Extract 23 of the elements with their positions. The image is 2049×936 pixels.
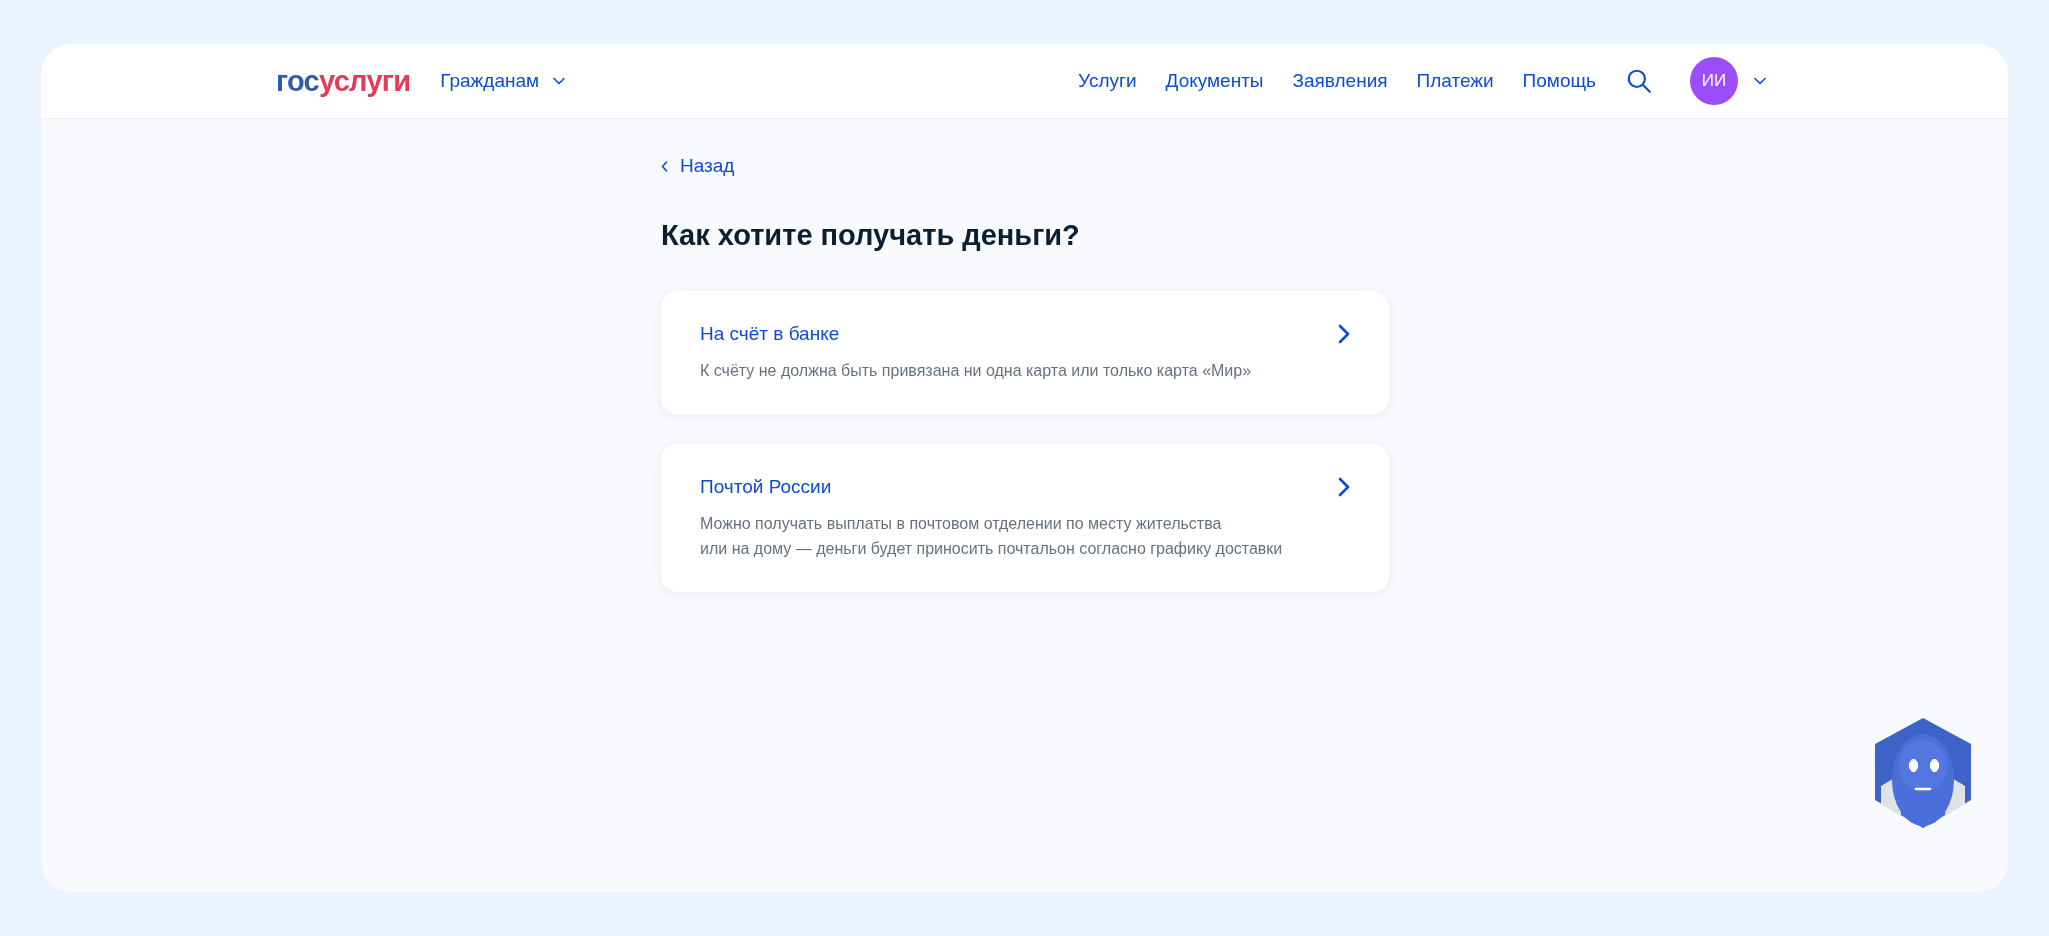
option-title: Почтой России	[700, 474, 833, 499]
nav-link[interactable]: Документы	[1165, 66, 1264, 96]
option-card[interactable]: На счёт в банке К счёту не должна быть привязана ни одна карта или только карта «Мир»	[661, 290, 1389, 414]
nav-link[interactable]: Платежи	[1416, 66, 1494, 96]
nav-link[interactable]: Заявления	[1292, 66, 1388, 96]
user-avatar[interactable]: ИИ	[1690, 57, 1738, 105]
nav-link[interactable]: Услуги	[1078, 66, 1137, 96]
chevron-down-icon	[1754, 77, 1766, 85]
chevron-right-icon	[1338, 476, 1350, 497]
nav-link[interactable]: Помощь	[1522, 66, 1596, 96]
audience-dropdown[interactable]: Гражданам	[440, 66, 566, 96]
chevron-right-icon	[1338, 323, 1350, 344]
chevron-left-icon	[661, 160, 668, 172]
page-title: Как хотите получать деньги?	[661, 217, 1081, 253]
option-description: или на дому — деньги будет приносить почтальон согласно графику доставки	[700, 538, 1284, 559]
option-title: На счёт в банке	[700, 321, 841, 346]
option-description: К счёту не должна быть привязана ни одна карта или только карта «Мир»	[700, 360, 1253, 381]
chevron-down-icon	[553, 77, 566, 85]
option-card[interactable]: Почтой России Можно получать выплаты в почтовом отделении по месту жительства или на дому — деньги будет приносить почтальон согласно графику доставки	[661, 443, 1389, 592]
logo[interactable]: госуслуги	[276, 66, 411, 96]
option-description: Можно получать выплаты в почтовом отделении по месту жительства	[700, 513, 1223, 534]
search-icon[interactable]	[1626, 68, 1652, 94]
back-link[interactable]: Назад	[661, 152, 735, 181]
